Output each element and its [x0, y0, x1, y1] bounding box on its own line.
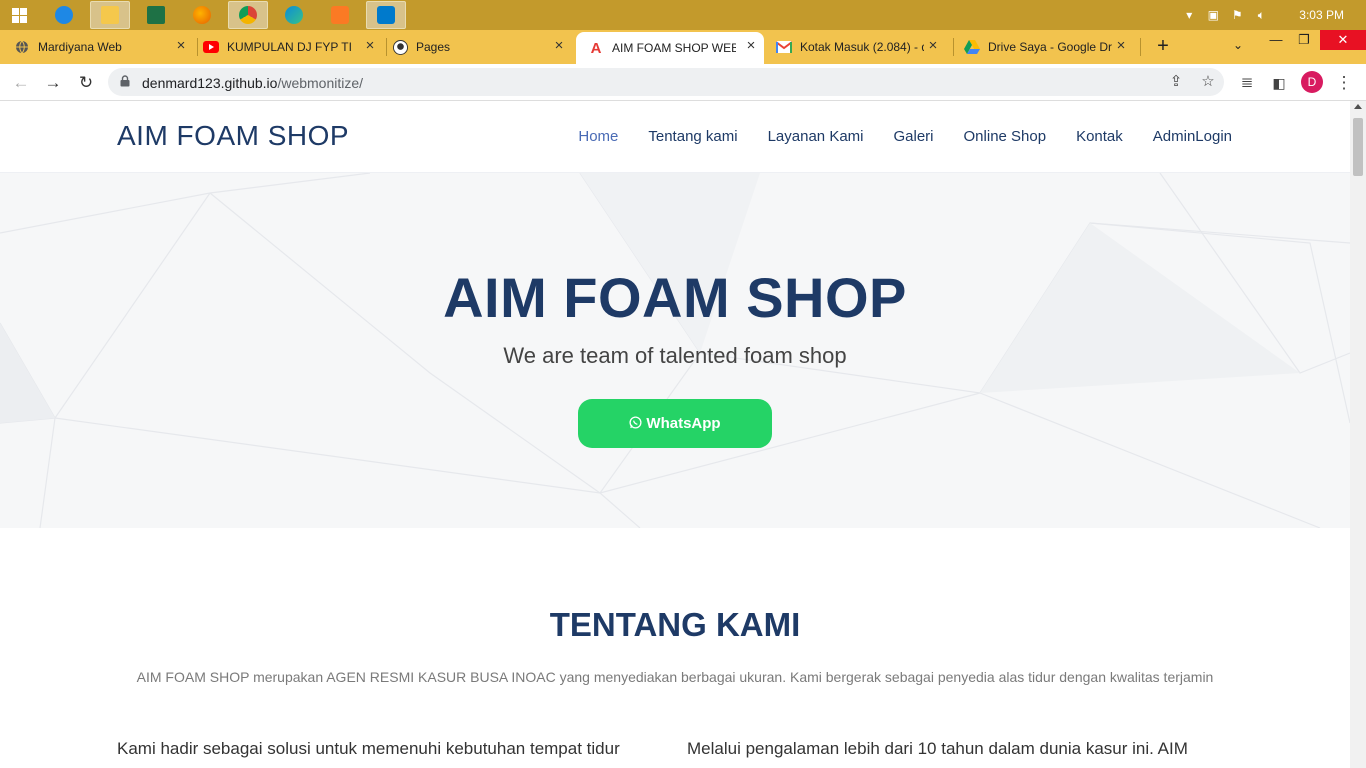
nav-layanan-kami[interactable]: Layanan Kami [768, 128, 864, 145]
close-icon[interactable]: × [552, 38, 566, 53]
whatsapp-label: WhatsApp [646, 415, 721, 432]
tab-title: KUMPULAN DJ FYP TIK [227, 40, 351, 54]
tab-title: Drive Saya - Google Dri [988, 40, 1112, 54]
taskbar-app-excel[interactable] [136, 1, 176, 29]
volume-icon[interactable]: 🔈︎ [1254, 8, 1268, 22]
xampp-icon [331, 6, 349, 24]
site-header: AIM FOAM SHOP Home Tentang kami Layanan … [0, 101, 1350, 173]
site-nav: Home Tentang kami Layanan Kami Galeri On… [548, 128, 1232, 145]
edge-icon [285, 6, 303, 24]
flag-icon[interactable]: ⚑ [1230, 8, 1244, 22]
share-icon[interactable]: ⇪ [1168, 74, 1184, 90]
youtube-icon [203, 39, 219, 55]
about-column-right: Melalui pengalaman lebih dari 10 tahun d… [687, 739, 1188, 758]
tab-aim-foam-shop[interactable]: A AIM FOAM SHOP WEBS × [576, 32, 764, 64]
nav-online-shop[interactable]: Online Shop [964, 128, 1047, 145]
firefox-icon [193, 6, 211, 24]
url-text[interactable]: denmard123.github.io/webmonitize/ [142, 75, 363, 91]
lock-icon[interactable] [120, 75, 130, 87]
taskbar-app-edge[interactable] [274, 1, 314, 29]
bookmark-star-icon[interactable]: ☆ [1200, 74, 1216, 90]
url-path: /webmonitize/ [277, 75, 364, 91]
nav-galeri[interactable]: Galeri [894, 128, 934, 145]
system-tray: ▾ ▣ ⚑ 🔈︎ 3:03 PM [1177, 0, 1366, 30]
folder-icon [101, 6, 119, 24]
whatsapp-icon [629, 415, 642, 432]
close-window-button[interactable]: ✕ [1320, 30, 1366, 50]
hero-subtitle: We are team of talented foam shop [503, 343, 847, 368]
browser-toolbar: ← → ↻ denmard123.github.io/webmonitize/ … [0, 64, 1366, 101]
new-tab-button[interactable]: + [1153, 36, 1173, 56]
about-column-left: Kami hadir sebagai solusi untuk memenuhi… [117, 739, 620, 758]
tab-title: AIM FOAM SHOP WEBS [612, 41, 736, 55]
tab-separator [1140, 38, 1141, 56]
taskbar-app-chrome[interactable] [228, 1, 268, 29]
start-button[interactable] [0, 0, 38, 30]
tab-separator [197, 38, 198, 56]
site-logo[interactable]: AIM FOAM SHOP [117, 120, 349, 152]
reading-list-icon[interactable]: ≣ [1237, 73, 1257, 93]
about-section-title: TENTANG KAMI [549, 606, 801, 643]
address-bar[interactable]: denmard123.github.io/webmonitize/ ⇪ ☆ [108, 68, 1224, 96]
forward-arrow-icon[interactable]: → [43, 73, 63, 93]
globe-icon [14, 39, 30, 55]
page-scrollbar[interactable] [1350, 101, 1366, 768]
network-icon[interactable]: ▣ [1206, 8, 1220, 22]
url-host: denmard123.github.io [142, 75, 278, 91]
taskbar-clock[interactable]: 3:03 PM [1299, 8, 1344, 22]
scroll-up-arrow-icon[interactable] [1354, 104, 1362, 109]
close-icon[interactable]: × [174, 38, 188, 53]
tab-separator [953, 38, 954, 56]
taskbar-app-internet-explorer[interactable] [44, 1, 84, 29]
excel-icon [147, 6, 165, 24]
hero-title: AIM FOAM SHOP [443, 266, 907, 329]
close-icon[interactable]: × [363, 38, 377, 53]
nav-tentang-kami[interactable]: Tentang kami [648, 128, 737, 145]
tab-mardiyana-web[interactable]: Mardiyana Web × [14, 32, 194, 62]
tab-drive-saya[interactable]: Drive Saya - Google Dri × [964, 32, 1134, 62]
close-icon[interactable]: × [1114, 38, 1128, 53]
taskbar-app-xampp[interactable] [320, 1, 360, 29]
tab-title: Kotak Masuk (2.084) - d [800, 40, 924, 54]
nav-home[interactable]: Home [578, 128, 618, 145]
taskbar-app-file-explorer[interactable] [90, 1, 130, 29]
internet-explorer-icon [55, 6, 73, 24]
tab-title: Mardiyana Web [38, 40, 122, 54]
restore-button[interactable]: ❐ [1286, 30, 1322, 50]
whatsapp-button[interactable]: WhatsApp [578, 399, 772, 448]
tab-kotak-masuk[interactable]: Kotak Masuk (2.084) - d × [776, 32, 946, 62]
hero-section: AIM FOAM SHOP We are team of talented fo… [0, 173, 1350, 528]
tab-pages[interactable]: Pages × [392, 32, 572, 62]
github-icon [392, 39, 408, 55]
nav-admin-login[interactable]: AdminLogin [1153, 128, 1232, 145]
page-viewport: AIM FOAM SHOP Home Tentang kami Layanan … [0, 101, 1350, 768]
chrome-icon [239, 6, 257, 24]
tab-title: Pages [416, 40, 451, 54]
a-icon: A [590, 39, 602, 57]
back-arrow-icon[interactable]: ← [11, 73, 31, 93]
taskbar-app-vscode[interactable] [366, 1, 406, 29]
tab-search-chevron-icon[interactable]: ⌄ [1233, 38, 1249, 54]
windows-icon [11, 7, 27, 23]
tab-kumpulan-dj[interactable]: KUMPULAN DJ FYP TIK × [203, 32, 383, 62]
google-drive-icon [964, 39, 980, 55]
close-icon[interactable]: × [744, 38, 758, 53]
browser-menu-icon[interactable]: ⋮ [1334, 73, 1354, 93]
nav-kontak[interactable]: Kontak [1076, 128, 1123, 145]
about-description: AIM FOAM SHOP merupakan AGEN RESMI KASUR… [136, 669, 1214, 685]
vscode-icon [377, 6, 395, 24]
profile-avatar[interactable]: D [1301, 71, 1323, 93]
reload-icon[interactable]: ↻ [76, 73, 96, 93]
chevron-up-icon[interactable]: ▾ [1182, 8, 1196, 22]
side-panel-icon[interactable]: ◧ [1269, 73, 1289, 93]
scroll-thumb[interactable] [1353, 118, 1363, 176]
taskbar-app-firefox[interactable] [182, 1, 222, 29]
gmail-icon [776, 39, 792, 55]
tab-separator [386, 38, 387, 56]
close-icon[interactable]: × [926, 38, 940, 53]
windows-taskbar: ▾ ▣ ⚑ 🔈︎ 3:03 PM [0, 0, 1366, 30]
